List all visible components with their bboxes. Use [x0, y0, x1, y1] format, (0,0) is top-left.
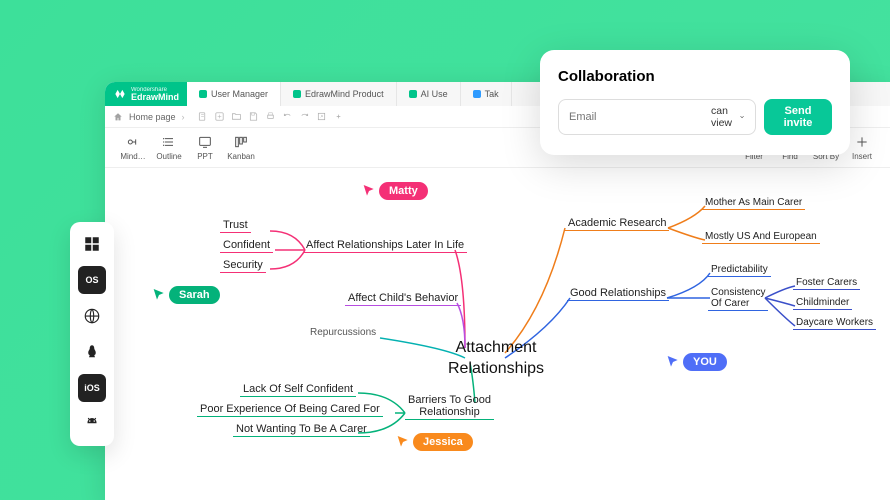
tab-label: User Manager: [211, 89, 268, 99]
chevron-down-icon: [739, 112, 745, 122]
cursor-matty: Matty: [361, 182, 428, 200]
permission-dropdown[interactable]: can view: [711, 105, 745, 129]
tab-label: EdrawMind Product: [305, 89, 384, 99]
email-field[interactable]: [569, 111, 711, 123]
node-academic[interactable]: Academic Research: [565, 216, 669, 231]
view-ppt[interactable]: PPT: [187, 134, 223, 161]
save-icon[interactable]: [248, 111, 260, 123]
node-foster[interactable]: Foster Carers: [793, 276, 860, 290]
mindmap-canvas[interactable]: Attachment Relationships Trust Confident…: [105, 168, 890, 500]
email-input-wrap[interactable]: can view: [558, 99, 756, 135]
view-mind[interactable]: Mind…: [115, 134, 151, 161]
tab-label: Tak: [485, 89, 499, 99]
undo-icon[interactable]: [282, 111, 294, 123]
node-daycare[interactable]: Daycare Workers: [793, 316, 876, 330]
tab-ai-use[interactable]: AI Use: [397, 82, 461, 106]
node-consist[interactable]: Consistency Of Carer: [708, 286, 768, 311]
node-predict[interactable]: Predictability: [708, 263, 771, 277]
view-outline[interactable]: Outline: [151, 134, 187, 161]
collab-title: Collaboration: [558, 68, 832, 85]
quick-action-bar: [197, 111, 345, 123]
node-mother[interactable]: Mother As Main Carer: [702, 196, 805, 210]
send-invite-button[interactable]: Send invite: [764, 99, 832, 135]
view-kanban[interactable]: Kanban: [223, 134, 259, 161]
breadcrumb-home[interactable]: Home page: [129, 112, 176, 122]
brand-top: Wondershare: [131, 87, 179, 93]
cursor-jessica: Jessica: [395, 433, 473, 451]
node-repurcussions[interactable]: Repurcussions: [307, 326, 379, 339]
export-icon[interactable]: [316, 111, 328, 123]
cursor-sarah: Sarah: [151, 286, 220, 304]
brand-name: EdrawMind: [131, 93, 179, 102]
node-center[interactable]: Attachment Relationships: [421, 338, 571, 380]
tab-edrawmind-product[interactable]: EdrawMind Product: [281, 82, 397, 106]
platform-android-icon[interactable]: [78, 410, 106, 438]
node-trust[interactable]: Trust: [220, 218, 251, 233]
node-confident[interactable]: Confident: [220, 238, 273, 253]
more-icon[interactable]: [333, 111, 345, 123]
collaboration-panel: Collaboration can view Send invite: [540, 50, 850, 155]
new-doc-icon[interactable]: [197, 111, 209, 123]
node-good-rel[interactable]: Good Relationships: [567, 286, 669, 301]
brand-logo-icon: [113, 87, 127, 101]
node-barriers[interactable]: Barriers To Good Relationship: [405, 393, 494, 420]
node-affect-child[interactable]: Affect Child's Behavior: [345, 291, 461, 306]
add-icon[interactable]: [214, 111, 226, 123]
platform-web-icon[interactable]: [78, 302, 106, 330]
redo-icon[interactable]: [299, 111, 311, 123]
platform-ios-icon[interactable]: iOS: [78, 374, 106, 402]
brand: Wondershare EdrawMind: [105, 82, 187, 106]
node-childminder[interactable]: Childminder: [793, 296, 852, 310]
cursor-you: YOU: [665, 353, 727, 371]
folder-icon[interactable]: [231, 111, 243, 123]
platform-rail: OS iOS: [70, 222, 114, 446]
platform-windows-icon[interactable]: [78, 230, 106, 258]
node-not-carer[interactable]: Not Wanting To Be A Carer: [233, 422, 370, 437]
platform-linux-icon[interactable]: [78, 338, 106, 366]
tab-user-manager[interactable]: User Manager: [187, 82, 281, 106]
tab-label: AI Use: [421, 89, 448, 99]
node-mostly[interactable]: Mostly US And European: [702, 230, 820, 244]
platform-macos-icon[interactable]: OS: [78, 266, 106, 294]
node-poor-exp[interactable]: Poor Experience Of Being Cared For: [197, 402, 383, 417]
home-icon: [113, 112, 123, 122]
tab-tak[interactable]: Tak: [461, 82, 512, 106]
print-icon[interactable]: [265, 111, 277, 123]
node-affect-later[interactable]: Affect Relationships Later In Life: [303, 238, 467, 253]
node-security[interactable]: Security: [220, 258, 266, 273]
node-lack-conf[interactable]: Lack Of Self Confident: [240, 382, 356, 397]
